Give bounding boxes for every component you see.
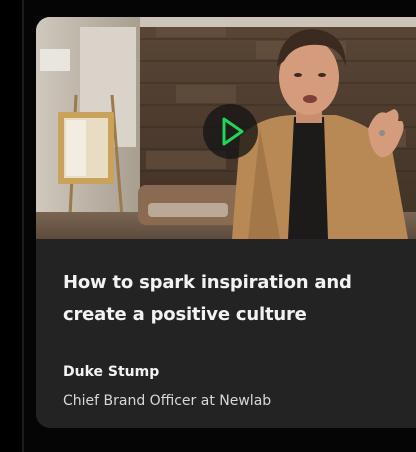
- page: How to spark inspiration and create a po…: [0, 0, 416, 452]
- play-icon: [222, 117, 244, 146]
- video-card[interactable]: How to spark inspiration and create a po…: [36, 17, 416, 428]
- play-button[interactable]: [203, 104, 258, 159]
- speaker-role: Chief Brand Officer at Newlab: [63, 393, 272, 409]
- video-title[interactable]: How to spark inspiration and create a po…: [63, 267, 403, 331]
- video-thumbnail[interactable]: [36, 17, 416, 239]
- speaker-name: Duke Stump: [63, 364, 160, 380]
